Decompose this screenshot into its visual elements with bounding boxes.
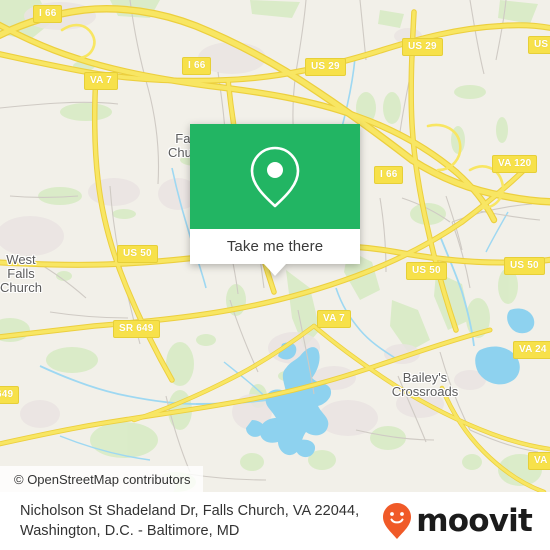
take-me-there-label: Take me there xyxy=(226,238,324,255)
footer-bar: Nicholson St Shadeland Dr, Falls Church,… xyxy=(0,492,550,550)
highway-shield: I 66 xyxy=(182,57,212,75)
highway-shield: VA xyxy=(528,452,550,470)
highway-shield: VA 24 xyxy=(513,341,550,359)
highway-shield: 649 xyxy=(0,386,20,404)
highway-shield: US 50 xyxy=(504,257,545,275)
highway-shield: US xyxy=(528,36,550,54)
destination-card[interactable]: Take me there xyxy=(190,124,360,276)
map-canvas[interactable]: Falls Church West Falls Church Bailey's … xyxy=(0,0,550,492)
highway-shield: VA 7 xyxy=(317,310,351,328)
moovit-wordmark: moovit xyxy=(416,502,533,539)
destination-card-header xyxy=(190,124,360,229)
moovit-map-screenshot: Falls Church West Falls Church Bailey's … xyxy=(0,0,550,550)
highway-shield: VA 7 xyxy=(84,72,118,90)
moovit-smiley-pin-icon xyxy=(383,503,412,539)
highway-shield: US 50 xyxy=(117,245,158,263)
highway-shield: US 29 xyxy=(305,58,346,76)
place-label: Bailey's Crossroads xyxy=(391,370,459,399)
map-attribution[interactable]: © OpenStreetMap contributors xyxy=(0,466,203,492)
moovit-logo[interactable]: moovit xyxy=(381,501,540,541)
attribution-text: © OpenStreetMap contributors xyxy=(14,471,191,487)
highway-shield: US 29 xyxy=(402,38,443,56)
address-line-2: Washington, D.C. - Baltimore, MD xyxy=(20,523,240,539)
map-pin-icon xyxy=(250,146,300,207)
highway-shield: I 66 xyxy=(374,166,404,184)
highway-shield: SR 649 xyxy=(113,320,160,338)
address-block: Nicholson St Shadeland Dr, Falls Church,… xyxy=(20,501,381,541)
highway-shield: US 50 xyxy=(406,262,447,280)
highway-shield: VA 120 xyxy=(492,155,538,173)
place-label: West Falls Church xyxy=(0,252,42,295)
destination-card-action[interactable]: Take me there xyxy=(190,229,360,276)
address-line-1: Nicholson St Shadeland Dr, Falls Church,… xyxy=(20,503,360,519)
highway-shield: I 66 xyxy=(33,5,63,23)
card-pointer xyxy=(264,264,286,276)
